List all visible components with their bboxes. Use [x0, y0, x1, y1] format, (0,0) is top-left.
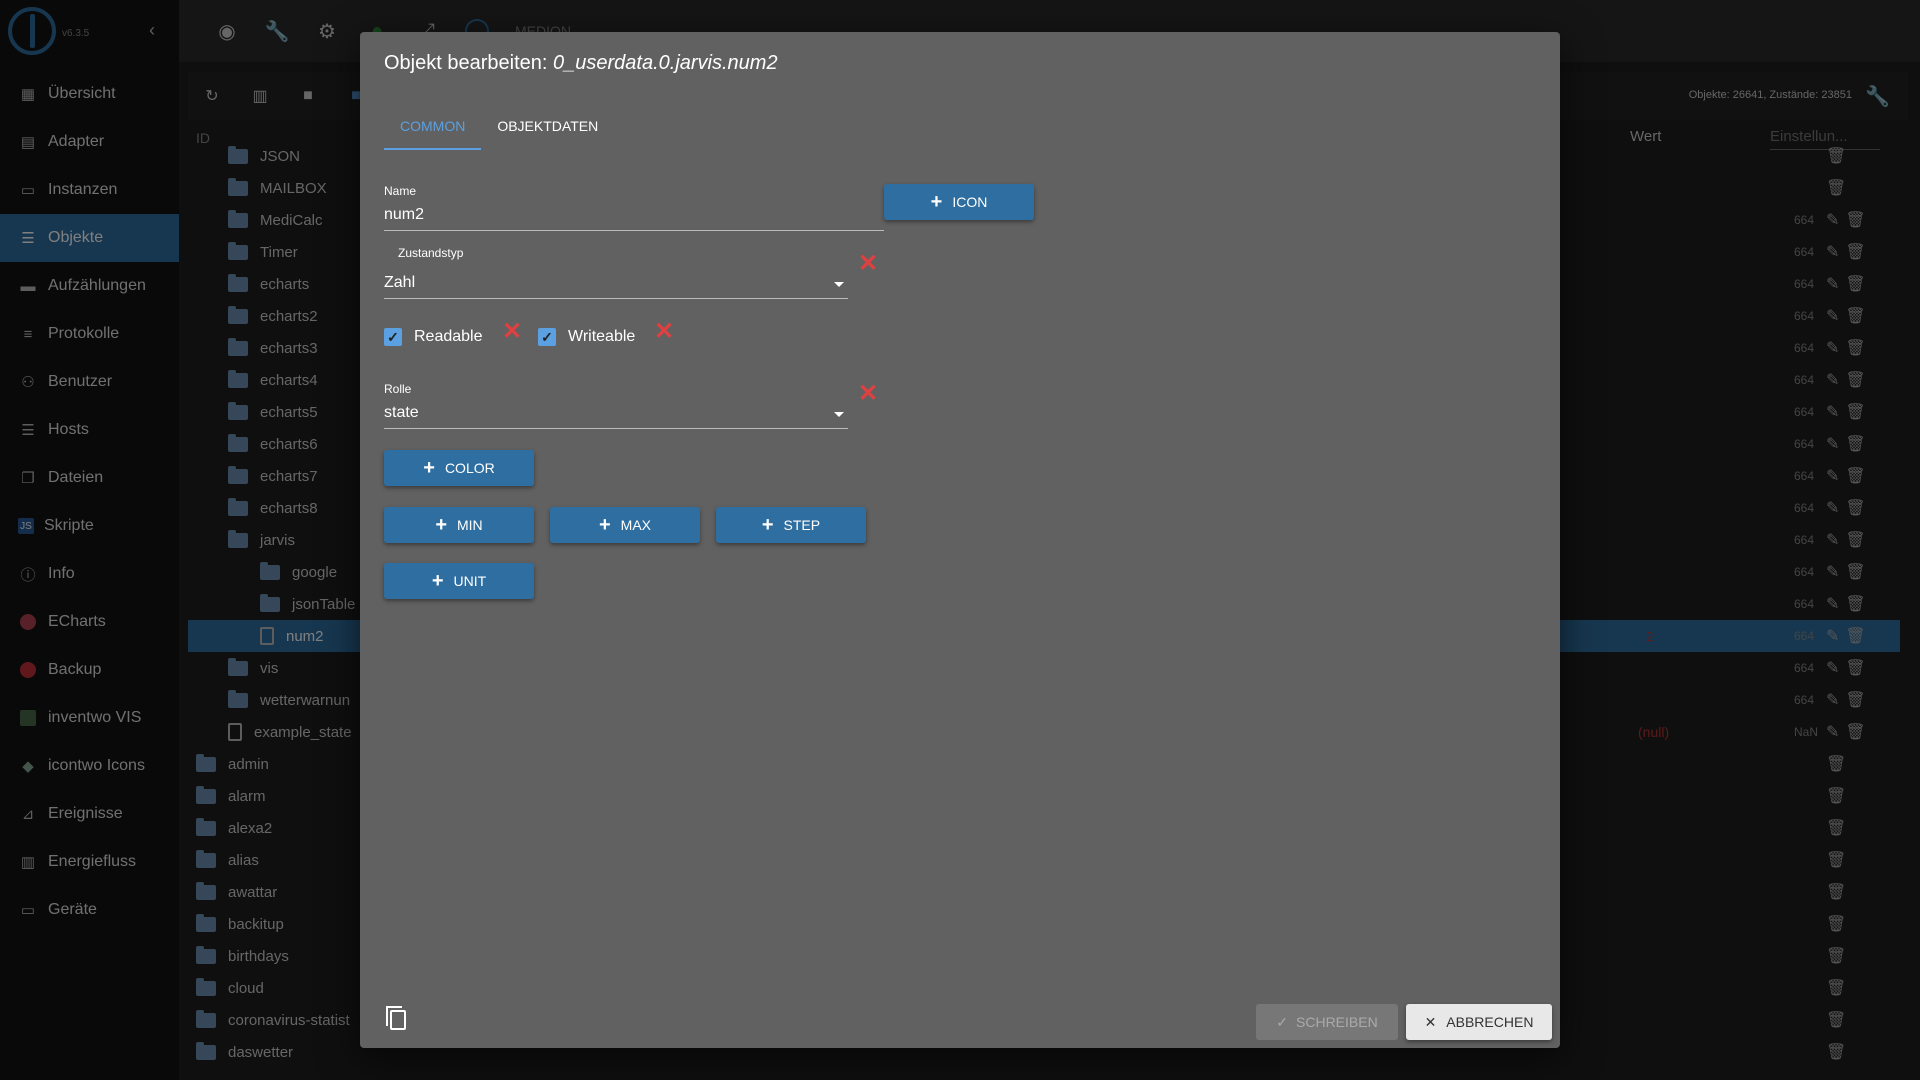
add-max-button[interactable]: + MAX	[550, 507, 700, 543]
readable-label: Readable	[414, 328, 483, 345]
edit-object-dialog: Objekt bearbeiten: 0_userdata.0.jarvis.n…	[360, 32, 1560, 1048]
plus-icon: +	[930, 190, 943, 213]
type-select[interactable]: Zahl	[384, 274, 848, 299]
check-icon: ✓	[1276, 1013, 1289, 1030]
copy-icon[interactable]	[386, 1006, 406, 1030]
save-button[interactable]: ✓ SCHREIBEN	[1256, 1004, 1398, 1040]
checkmark-icon: ✓	[538, 328, 556, 346]
button-label: ICON	[952, 194, 988, 210]
name-field[interactable]: num2	[384, 206, 884, 231]
add-icon-button[interactable]: + ICON	[884, 184, 1034, 220]
dialog-title-id: 0_userdata.0.jarvis.num2	[553, 52, 778, 74]
writeable-checkbox[interactable]: ✓ Writeable	[538, 328, 635, 346]
button-label: ABBRECHEN	[1446, 1014, 1534, 1030]
checkmark-icon: ✓	[384, 328, 402, 346]
dialog-title-prefix: Objekt bearbeiten:	[384, 52, 553, 74]
button-label: STEP	[783, 517, 821, 533]
plus-icon: +	[435, 513, 447, 536]
dropdown-arrow-icon	[834, 282, 844, 287]
tab-objektdaten[interactable]: OBJEKTDATEN	[481, 102, 614, 150]
button-label: MAX	[620, 517, 652, 533]
clear-type-icon[interactable]: ✕	[858, 252, 878, 276]
type-label: Zustandstyp	[398, 246, 464, 260]
close-icon: ✕	[1424, 1013, 1437, 1030]
button-label: MIN	[457, 517, 483, 533]
writeable-label: Writeable	[568, 328, 636, 345]
plus-icon: +	[423, 456, 435, 479]
plus-icon: +	[761, 513, 774, 536]
tab-common[interactable]: COMMON	[384, 102, 482, 150]
role-value: state	[384, 404, 419, 421]
clear-role-icon[interactable]: ✕	[858, 382, 878, 406]
clear-writeable-icon[interactable]: ✕	[654, 320, 674, 344]
role-select[interactable]: state	[384, 404, 848, 429]
button-label: UNIT	[453, 573, 487, 589]
role-label: Rolle	[384, 382, 412, 396]
add-step-button[interactable]: + STEP	[716, 507, 866, 543]
add-color-button[interactable]: + COLOR	[384, 450, 534, 486]
name-label: Name	[384, 184, 417, 198]
add-min-button[interactable]: + MIN	[384, 507, 534, 543]
dialog-title: Objekt bearbeiten: 0_userdata.0.jarvis.n…	[384, 52, 778, 75]
cancel-button[interactable]: ✕ ABBRECHEN	[1406, 1004, 1552, 1040]
type-value: Zahl	[384, 274, 416, 291]
readable-checkbox[interactable]: ✓ Readable	[384, 328, 483, 346]
dialog-tabs: COMMON OBJEKTDATEN	[384, 102, 614, 150]
plus-icon: +	[431, 569, 444, 592]
dropdown-arrow-icon	[834, 412, 844, 417]
clear-readable-icon[interactable]: ✕	[502, 320, 522, 344]
add-unit-button[interactable]: + UNIT	[384, 563, 534, 599]
plus-icon: +	[598, 513, 611, 536]
app: v6.3.5 ‹ ▦Übersicht ▤Adapter ▭Instanzen …	[0, 0, 1920, 1080]
button-label: COLOR	[444, 460, 495, 476]
button-label: SCHREIBEN	[1296, 1014, 1378, 1030]
